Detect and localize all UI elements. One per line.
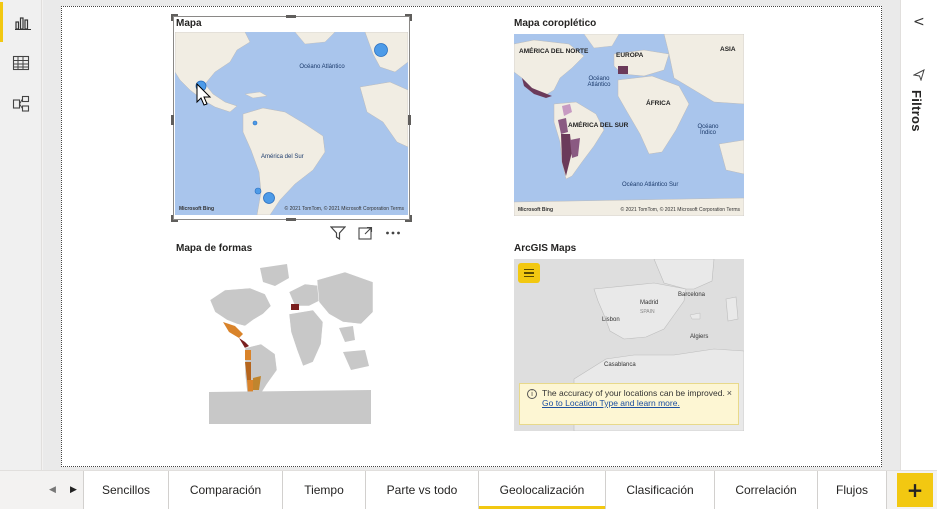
- label-madrid: Madrid: [640, 300, 659, 306]
- next-page-icon[interactable]: ▶: [70, 485, 77, 495]
- label-oceano-atlantico: Océano Atlántico: [587, 76, 611, 88]
- bubble-colombia[interactable]: [252, 120, 258, 126]
- page-tabs: Sencillos Comparación Tiempo Parte vs to…: [83, 471, 887, 509]
- visual-header-toolbar: [330, 226, 401, 240]
- label-america-del-sur: América del Sur: [261, 154, 304, 160]
- map-attribution: Microsoft Bing © 2021 TomTom, © 2021 Mic…: [518, 207, 740, 213]
- report-view-button[interactable]: [0, 2, 42, 42]
- bubble-map[interactable]: Océano Atlántico América del Sur Microso…: [175, 32, 408, 215]
- view-switcher-rail: [0, 0, 42, 470]
- resize-handle-bottom-right[interactable]: [405, 215, 412, 222]
- bubble-spain[interactable]: [374, 43, 388, 57]
- close-icon[interactable]: ×: [727, 388, 732, 398]
- model-view-button[interactable]: [0, 84, 42, 124]
- label-lisbon: Lisbon: [602, 317, 620, 323]
- label-america-del-sur: AMÉRICA DEL SUR: [568, 122, 629, 129]
- filter-pane-icon[interactable]: [912, 66, 926, 85]
- info-icon: i: [527, 389, 537, 399]
- page-tab-bar: ◀ ▶ Sencillos Comparación Tiempo Parte v…: [0, 470, 937, 509]
- mapa-title: Mapa: [176, 18, 202, 29]
- add-page-button[interactable]: +: [897, 473, 933, 507]
- label-oceano-atlantico: Océano Atlántico: [299, 64, 345, 70]
- label-america-del-norte: AMÉRICA DEL NORTE: [519, 48, 589, 55]
- label-oceano-atlantico-sur: Océano Atlántico Sur: [622, 182, 679, 188]
- map-attribution: Microsoft Bing © 2021 TomTom, © 2021 Mic…: [179, 206, 404, 212]
- label-asia: ASIA: [720, 46, 736, 53]
- label-algiers: Algiers: [690, 334, 709, 340]
- filter-icon[interactable]: [330, 226, 346, 240]
- page-nav-arrows: ◀ ▶: [42, 471, 84, 509]
- tab-tiempo[interactable]: Tiempo: [282, 471, 366, 509]
- resize-handle-top-right[interactable]: [405, 14, 412, 21]
- tab-geolocalizacion[interactable]: Geolocalización: [478, 471, 606, 509]
- bubble-argentina[interactable]: [263, 192, 275, 204]
- model-view-icon: [12, 95, 30, 112]
- tab-flujos[interactable]: Flujos: [817, 471, 887, 509]
- data-view-button[interactable]: [0, 43, 42, 83]
- shape-map-world: [209, 264, 374, 424]
- filled-map[interactable]: AMÉRICA DEL NORTE EUROPA ASIA Océano Atl…: [514, 34, 744, 216]
- arcgis-maps-title: ArcGIS Maps: [514, 243, 577, 254]
- report-view-icon: [14, 17, 31, 30]
- location-type-link[interactable]: Go to Location Type and learn more.: [542, 398, 680, 408]
- resize-handle-top[interactable]: [286, 15, 296, 18]
- label-oceano-indico: Océano Índico: [697, 124, 719, 136]
- mapa-coropletico-title: Mapa coroplético: [514, 18, 597, 29]
- mapa-de-formas-title: Mapa de formas: [176, 243, 253, 254]
- filters-label[interactable]: Filtros: [909, 90, 924, 132]
- more-options-icon[interactable]: [385, 230, 401, 236]
- tab-correlacion[interactable]: Correlación: [714, 471, 818, 509]
- resize-handle-bottom[interactable]: [286, 218, 296, 221]
- tab-clasificacion[interactable]: Clasificación: [605, 471, 715, 509]
- shape-map[interactable]: [205, 262, 375, 424]
- notice-text: The accuracy of your locations can be im…: [542, 388, 725, 398]
- label-barcelona: Barcelona: [678, 292, 706, 298]
- label-europa: EUROPA: [616, 52, 644, 59]
- tab-parte-vs-todo[interactable]: Parte vs todo: [365, 471, 479, 509]
- location-accuracy-notice: i The accuracy of your locations can be …: [519, 383, 739, 425]
- arcgis-menu-button[interactable]: [518, 263, 540, 283]
- collapse-filters-icon[interactable]: <: [913, 14, 925, 30]
- resize-handle-bottom-left[interactable]: [171, 215, 178, 222]
- resize-handle-left[interactable]: [171, 115, 174, 125]
- power-bi-report-editor: Mapa Océano Atlántico América del Sur Mi…: [0, 0, 937, 509]
- focus-mode-icon[interactable]: [358, 226, 373, 240]
- label-spain: SPAIN: [640, 309, 655, 315]
- bubble-chile[interactable]: [254, 187, 262, 195]
- filters-pane: < Filtros: [900, 0, 937, 470]
- tab-comparacion[interactable]: Comparación: [168, 471, 283, 509]
- label-casablanca: Casablanca: [604, 362, 636, 368]
- tab-sencillos[interactable]: Sencillos: [83, 471, 169, 509]
- label-africa: ÁFRICA: [646, 100, 671, 107]
- resize-handle-right[interactable]: [408, 115, 411, 125]
- data-view-icon: [12, 55, 30, 71]
- bubble-map-basemap: [175, 32, 408, 215]
- previous-page-icon[interactable]: ◀: [49, 485, 56, 495]
